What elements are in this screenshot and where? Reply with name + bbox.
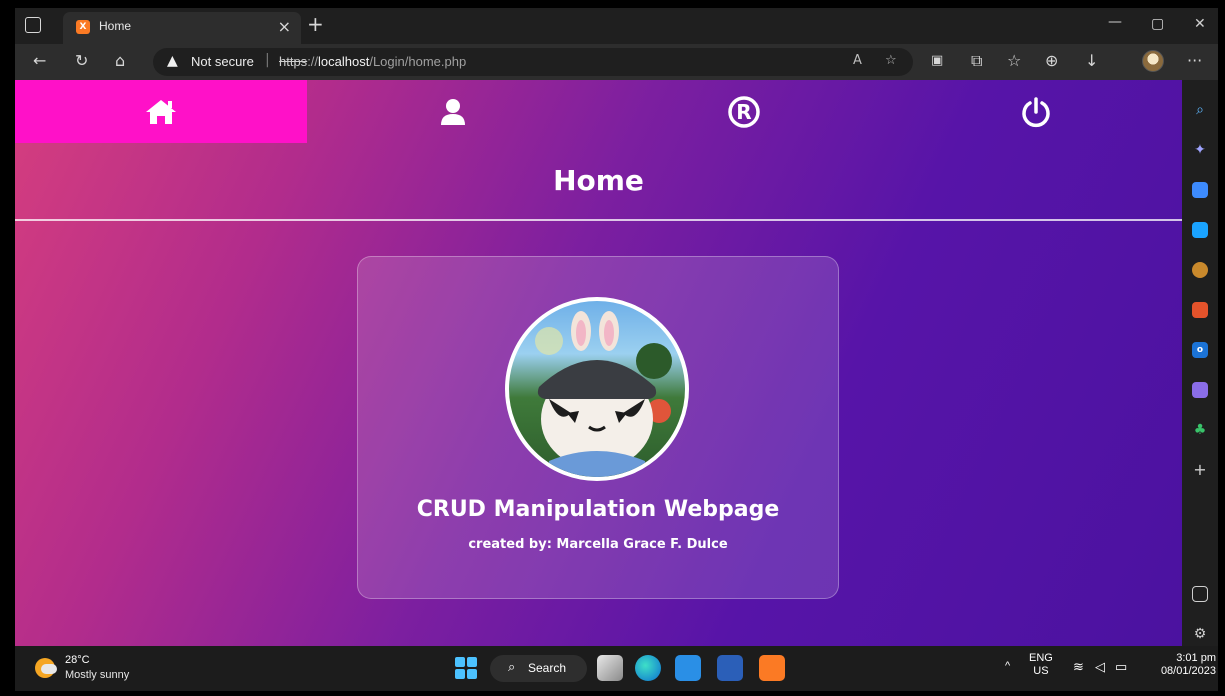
card-title: CRUD Manipulation Webpage [416, 497, 780, 522]
user-icon [440, 98, 465, 125]
favorites-add-icon[interactable]: ☆ [885, 53, 897, 68]
clock-time: 3:01 pm [1176, 652, 1216, 664]
page-header: Home [15, 143, 1182, 219]
profile-icon[interactable] [1142, 50, 1164, 72]
url-protocol: https [279, 54, 308, 69]
url-host: localhost [318, 54, 370, 69]
extensions-icon[interactable]: ⧉ [971, 52, 982, 70]
close-window-icon[interactable]: ✕ [1194, 16, 1206, 32]
maximize-icon[interactable]: ▢ [1151, 16, 1164, 32]
url-path: /Login/home.php [369, 54, 467, 69]
task-view-icon[interactable] [597, 655, 623, 681]
more-icon[interactable]: ··· [1187, 52, 1202, 70]
warning-icon[interactable]: ▲ [167, 53, 178, 69]
plush-toy-image [535, 311, 672, 477]
power-icon [1022, 96, 1050, 127]
top-nav: R [15, 80, 1182, 143]
address-bar[interactable]: ▲ Not secure | https://localhost/Login/h… [153, 48, 913, 76]
weather-temperature: 28°C [65, 654, 90, 666]
collections-icon[interactable]: ⊕ [1045, 52, 1058, 70]
language-code: ENG [1029, 652, 1053, 664]
read-aloud-icon[interactable]: A [853, 53, 862, 68]
add-icon[interactable]: + [1192, 462, 1208, 478]
clock[interactable]: 3:01 pm 08/01/2023 [1146, 652, 1216, 678]
wifi-icon[interactable]: ≋ [1073, 659, 1084, 675]
tab-bar: X Home × + — ▢ ✕ [15, 8, 1218, 44]
info-card: CRUD Manipulation Webpage created by: Ma… [357, 256, 839, 599]
volume-icon[interactable]: ◁ [1095, 659, 1105, 675]
svg-text:R: R [736, 100, 751, 124]
start-button[interactable] [455, 657, 477, 679]
weather-description: Mostly sunny [65, 669, 130, 681]
edge-app-icon[interactable] [635, 655, 661, 681]
tab-favicon-icon: X [76, 20, 90, 34]
settings-icon[interactable]: ⚙ [1192, 626, 1208, 642]
copilot-icon[interactable]: ✦ [1192, 142, 1208, 158]
search-icon[interactable]: ⌕ [1192, 102, 1208, 118]
windows-taskbar: 28°C Mostly sunny ⌕ Search ^ ENG US ≋ ◁ … [15, 646, 1218, 691]
cloud-icon [41, 664, 57, 674]
vscode-app-icon[interactable] [675, 655, 701, 681]
refresh-icon[interactable]: ↻ [75, 52, 88, 70]
nav-register[interactable]: R [598, 80, 890, 143]
word-app-icon[interactable] [717, 655, 743, 681]
nav-profile[interactable] [307, 80, 598, 143]
search-icon: ⌕ [508, 660, 516, 675]
shopping-icon[interactable] [1192, 182, 1208, 198]
nav-home[interactable] [15, 80, 307, 143]
header-divider [15, 219, 1182, 221]
search-label: Search [528, 661, 567, 675]
new-tab-button[interactable]: + [307, 12, 324, 36]
web-page: R Home CRUD Manipulation Webpage created… [15, 80, 1182, 646]
download-icon[interactable]: ↓ [1085, 52, 1098, 70]
browser-toolbar: ← ↻ ⌂ ▲ Not secure | https://localhost/L… [15, 44, 1218, 80]
registered-icon: R [728, 95, 760, 128]
home-icon[interactable]: ⌂ [115, 52, 125, 70]
language-indicator[interactable]: ENG US [1029, 652, 1053, 678]
office-icon[interactable] [1192, 302, 1208, 318]
battery-icon[interactable]: ▭ [1115, 659, 1127, 675]
back-icon[interactable]: ← [33, 52, 46, 70]
home-icon [146, 99, 176, 124]
profile-photo [505, 297, 689, 481]
region-code: US [1033, 665, 1049, 677]
tray-overflow-icon[interactable]: ^ [1005, 660, 1010, 672]
close-tab-button[interactable]: × [278, 17, 291, 36]
security-label[interactable]: Not secure [191, 54, 254, 69]
notion-icon[interactable]: ▣ [931, 52, 943, 70]
clock-date: 08/01/2023 [1160, 665, 1216, 677]
tools-icon[interactable] [1192, 222, 1208, 238]
browser-tab[interactable]: X Home × [63, 12, 301, 44]
xampp-app-icon[interactable] [759, 655, 785, 681]
drop-icon[interactable] [1192, 382, 1208, 398]
split-screen-icon[interactable] [1192, 586, 1208, 602]
address-separator: | [265, 52, 270, 68]
url-text[interactable]: https://localhost/Login/home.php [279, 54, 466, 69]
tab-title: Home [99, 19, 132, 33]
taskbar-search[interactable]: ⌕ Search [490, 655, 587, 682]
nav-logout[interactable] [890, 80, 1182, 143]
tab-actions-icon[interactable] [25, 17, 41, 33]
card-byline: created by: Marcella Grace F. Dulce [468, 537, 728, 552]
games-icon[interactable] [1192, 262, 1208, 278]
outlook-icon[interactable]: o [1192, 342, 1208, 358]
browser-window: X Home × + — ▢ ✕ ← ↻ ⌂ ▲ Not secure | ht… [15, 8, 1218, 691]
minimize-icon[interactable]: — [1108, 14, 1122, 30]
page-title: Home [553, 164, 644, 197]
tree-icon[interactable]: ♣ [1192, 422, 1208, 438]
edge-sidebar: ⌕ ✦ o ♣ + ⚙ [1182, 80, 1218, 646]
favorites-icon[interactable]: ☆ [1007, 52, 1021, 70]
